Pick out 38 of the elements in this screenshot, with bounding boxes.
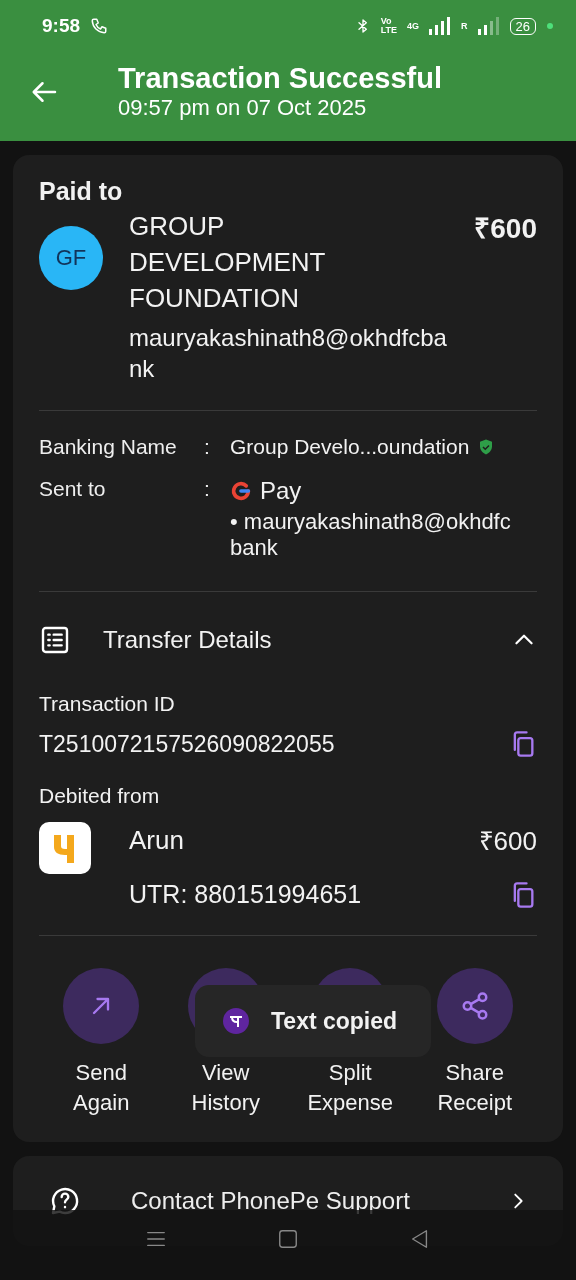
- utr-number: UTR: 880151994651: [129, 880, 362, 909]
- detail-label: Sent to: [39, 477, 107, 502]
- logo-icon: [223, 1008, 249, 1034]
- signal-icon: [477, 17, 500, 35]
- app-name: Pay: [260, 477, 302, 505]
- phone-icon: [90, 17, 109, 35]
- dot-icon: [546, 22, 554, 30]
- google-logo-icon: [230, 480, 252, 502]
- roaming-label: R: [461, 21, 468, 31]
- debit-amount: ₹600: [478, 825, 537, 858]
- battery-level: 26: [509, 17, 536, 35]
- amount: ₹600: [474, 212, 537, 246]
- transaction-id: T2510072157526090822055: [39, 730, 335, 758]
- network-label: 4G: [407, 21, 420, 31]
- volte-label: LTE: [380, 26, 397, 35]
- separator: :: [204, 435, 211, 459]
- toast-text: Text copied: [271, 1007, 398, 1035]
- bank-logo-icon: [39, 822, 91, 874]
- status-time: 9:58: [42, 15, 81, 37]
- field-label: Transaction ID: [39, 692, 176, 716]
- detail-value: Group Develo...oundation: [230, 435, 470, 459]
- detail-label: Banking Name: [39, 435, 178, 459]
- page-title: Transaction Successful: [118, 62, 442, 95]
- separator: :: [204, 477, 211, 502]
- paid-to-label: Paid to: [39, 177, 124, 206]
- volte-label: Vo: [380, 17, 393, 26]
- section-title: Transfer Details: [103, 626, 273, 654]
- upi-id: • mauryakashinath8@okhdfcbank: [230, 509, 512, 561]
- payee-name: GROUP DEVELOPMENT FOUNDATION: [129, 210, 326, 315]
- account-name: Arun: [129, 824, 184, 856]
- signal-icon: [429, 17, 452, 35]
- upi-id: mauryakashinath8@okhdfcbank: [129, 323, 447, 384]
- avatar: GF: [39, 226, 103, 290]
- page-subtitle: 09:57 pm on 07 Oct 2025: [118, 95, 368, 121]
- list-icon: [39, 624, 71, 656]
- home-icon[interactable]: [277, 1228, 299, 1250]
- field-label: Debited from: [39, 784, 161, 808]
- action-button[interactable]: Send Again: [39, 968, 164, 1118]
